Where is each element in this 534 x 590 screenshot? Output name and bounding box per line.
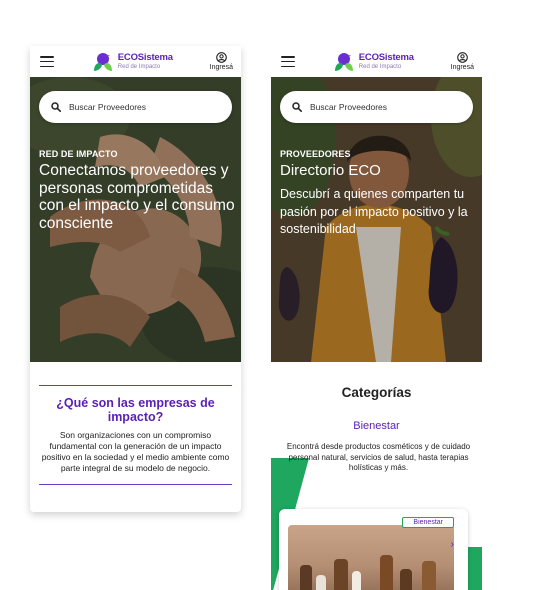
brand-name: ECOSistema: [358, 52, 414, 64]
divider-top: [39, 385, 232, 386]
impact-info-section: ¿Qué son las empresas de impacto? Son or…: [30, 362, 241, 485]
leaf-logo-icon: [334, 52, 353, 71]
search-icon: [292, 102, 302, 112]
brand-logo[interactable]: ECOSistema Red de Impacto: [332, 51, 414, 73]
user-circle-icon: [215, 52, 227, 63]
brand-tagline: Red de Impacto: [358, 63, 402, 70]
search-placeholder: Buscar Proveedores: [69, 102, 147, 112]
hero-title: Directorio ECO: [280, 162, 381, 179]
leaf-logo-icon: [93, 52, 112, 71]
info-title: ¿Qué son las empresas de impacto?: [56, 396, 215, 424]
divider-bottom: [39, 484, 232, 485]
cosmetics-photo: [288, 525, 454, 590]
hamburger-icon[interactable]: [40, 56, 54, 67]
category-description: Encontrá desde productos cosméticos y de…: [286, 442, 471, 472]
chevron-right-icon[interactable]: ›: [451, 539, 454, 550]
hero-title: Conectamos proveedores y personas compro…: [39, 162, 235, 232]
category-card[interactable]: Bienestar ›: [279, 509, 468, 590]
search-icon: [51, 102, 61, 112]
hero-banner: Buscar Proveedores RED DE IMPACTO Conect…: [30, 77, 241, 362]
hero-description: Descubrí a quienes comparten tu pasión p…: [280, 187, 468, 236]
hamburger-icon[interactable]: [281, 56, 295, 67]
login-label: Ingresá: [209, 64, 233, 71]
search-input[interactable]: Buscar Proveedores: [280, 91, 473, 123]
screen-directorio: ECOSistema Red de Impacto Ingresá Buscar…: [271, 46, 482, 590]
top-bar: ECOSistema Red de Impacto Ingresá: [271, 46, 482, 77]
categories-section: Categorías Bienestar Encontrá desde prod…: [271, 362, 482, 590]
login-button[interactable]: Ingresá: [210, 52, 233, 71]
brand-tagline: Red de Impacto: [117, 63, 161, 70]
search-placeholder: Buscar Proveedores: [310, 102, 388, 112]
login-label: Ingresá: [450, 64, 474, 71]
screen-red-de-impacto: ECOSistema Red de Impacto Ingresá Buscar…: [30, 46, 241, 512]
login-button[interactable]: Ingresá: [451, 52, 474, 71]
category-name: Bienestar: [353, 420, 400, 432]
categories-title: Categorías: [341, 385, 412, 400]
brand-logo[interactable]: ECOSistema Red de Impacto: [91, 51, 173, 73]
brand-name: ECOSistema: [117, 52, 173, 64]
info-text: Son organizaciones con un compromiso fun…: [41, 430, 230, 473]
hero-kicker: PROVEEDORES: [280, 149, 351, 159]
hero-kicker: RED DE IMPACTO: [39, 149, 118, 159]
category-badge: Bienestar: [402, 517, 454, 528]
user-circle-icon: [456, 52, 468, 63]
search-input[interactable]: Buscar Proveedores: [39, 91, 232, 123]
top-bar: ECOSistema Red de Impacto Ingresá: [30, 46, 241, 77]
hero-banner: Buscar Proveedores PROVEEDORES Directori…: [271, 77, 482, 362]
